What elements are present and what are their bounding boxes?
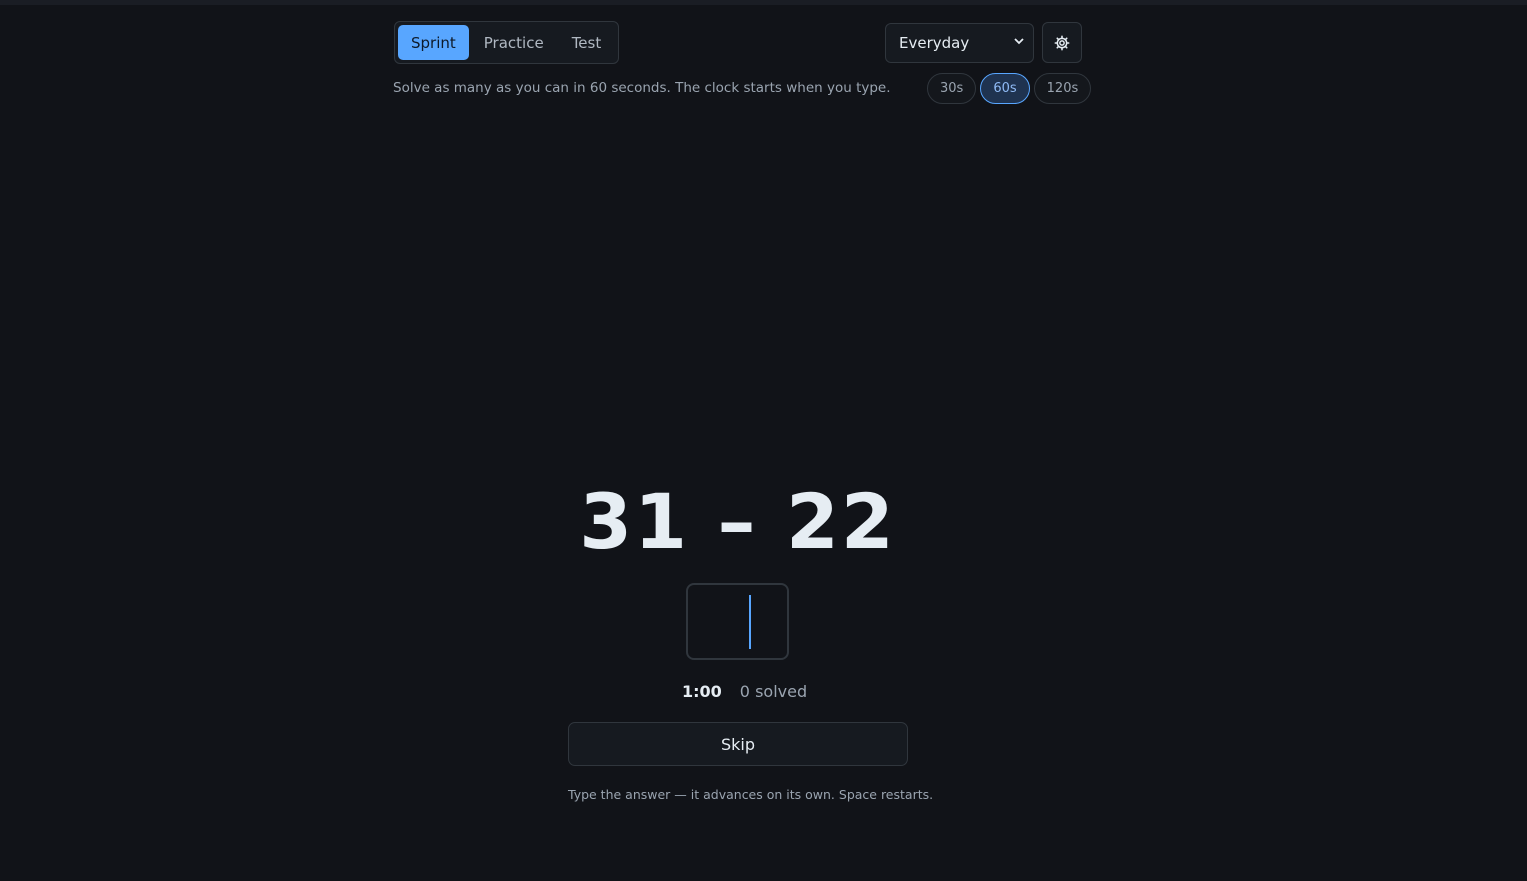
tab-sprint[interactable]: Sprint	[398, 25, 469, 60]
duration-120s-button[interactable]: 120s	[1033, 73, 1092, 104]
timer: 1:00	[682, 682, 722, 701]
hint-text: Type the answer — it advances on its own…	[568, 787, 934, 802]
text-caret	[749, 595, 751, 649]
tab-test[interactable]: Test	[559, 25, 615, 60]
duration-options: 30s 60s 120s	[927, 73, 1092, 104]
top-border	[0, 0, 1527, 5]
skip-button[interactable]: Skip	[568, 722, 908, 766]
settings-button[interactable]	[1042, 22, 1082, 63]
chevron-down-icon	[1014, 38, 1024, 45]
duration-60s-button[interactable]: 60s	[980, 73, 1030, 104]
deck-select-value: Everyday	[899, 34, 970, 52]
tab-practice[interactable]: Practice	[471, 25, 557, 60]
mode-tabs: Sprint Practice Test	[394, 21, 619, 64]
solved-count: 0 solved	[739, 682, 808, 701]
stats-bar: 1:00 0 solved	[682, 682, 807, 701]
mode-description: Solve as many as you can in 60 seconds. …	[393, 80, 891, 96]
problem-expression: 31 – 22	[579, 477, 896, 566]
answer-input[interactable]	[686, 583, 789, 660]
deck-select[interactable]: Everyday	[885, 23, 1034, 63]
gear-icon	[1054, 35, 1070, 50]
duration-30s-button[interactable]: 30s	[927, 73, 977, 104]
